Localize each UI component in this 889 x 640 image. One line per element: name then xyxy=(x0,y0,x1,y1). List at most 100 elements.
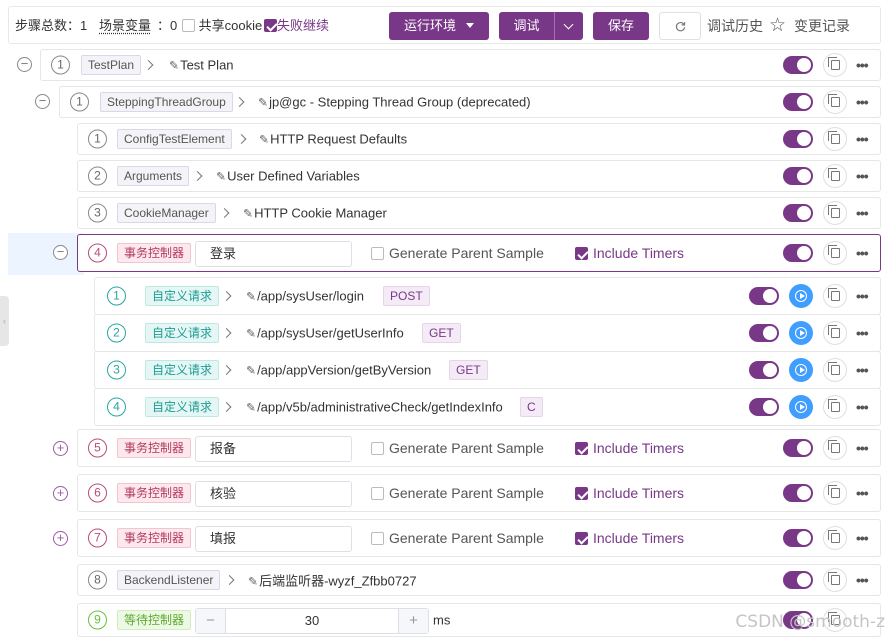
generate-parent-sample-checkbox[interactable]: Generate Parent Sample xyxy=(371,440,544,456)
enable-toggle[interactable] xyxy=(783,244,813,262)
star-icon[interactable]: ☆ xyxy=(769,7,786,45)
request-row-get-by-version[interactable]: 3 自定义请求 ✎/app/appVersion/getByVersion GE… xyxy=(94,351,881,389)
expand-fill-button[interactable]: + xyxy=(53,531,68,546)
step-name[interactable]: ✎HTTP Request Defaults xyxy=(259,132,407,147)
run-request-button[interactable] xyxy=(789,395,813,419)
sidebar-collapse-handle[interactable]: ‹ xyxy=(0,296,9,346)
generate-parent-sample-box[interactable] xyxy=(371,247,384,260)
request-row-login[interactable]: 1 自定义请求 ✎/app/sysUser/login POST ••• xyxy=(94,277,881,315)
chevron-right-icon[interactable] xyxy=(192,171,203,181)
copy-step-button[interactable] xyxy=(823,358,847,382)
share-cookie-checkbox[interactable]: 共享cookie xyxy=(182,7,262,45)
step-row-transaction-fill[interactable]: 7 事务控制器 填报 Generate Parent Sample Includ… xyxy=(77,519,881,557)
copy-step-button[interactable] xyxy=(823,127,847,151)
enable-toggle[interactable] xyxy=(783,571,813,589)
step-row-test-plan[interactable]: 1 TestPlan ✎Test Plan ••• xyxy=(40,49,881,81)
chevron-right-icon[interactable] xyxy=(221,328,232,338)
chevron-right-icon[interactable] xyxy=(219,208,230,218)
copy-step-button[interactable] xyxy=(823,53,847,77)
chevron-right-icon[interactable] xyxy=(221,291,232,301)
chevron-right-icon[interactable] xyxy=(236,134,247,144)
include-timers-checkbox[interactable]: Include Timers xyxy=(575,530,684,546)
request-path[interactable]: ✎/app/sysUser/getUserInfo xyxy=(246,326,404,341)
step-row-backend-listener[interactable]: 8 BackendListener ✎后端监听器-wyzf_Zfbb0727 •… xyxy=(77,564,881,596)
decrease-button[interactable]: − xyxy=(196,609,226,633)
copy-step-button[interactable] xyxy=(823,164,847,188)
edit-icon[interactable]: ✎ xyxy=(246,364,256,378)
wait-time-stepper[interactable]: − 30 + xyxy=(195,608,429,634)
enable-toggle[interactable] xyxy=(749,361,779,379)
more-options-icon[interactable]: ••• xyxy=(856,485,869,501)
enable-toggle[interactable] xyxy=(783,439,813,457)
refresh-button[interactable] xyxy=(659,12,701,40)
more-options-icon[interactable]: ••• xyxy=(856,325,869,341)
more-options-icon[interactable]: ••• xyxy=(856,94,869,110)
edit-icon[interactable]: ✎ xyxy=(248,575,258,589)
copy-step-button[interactable] xyxy=(823,321,847,345)
edit-icon[interactable]: ✎ xyxy=(169,59,179,73)
include-timers-box[interactable] xyxy=(575,247,588,260)
transaction-name-input[interactable]: 报备 xyxy=(195,436,352,462)
more-options-icon[interactable]: ••• xyxy=(856,440,869,456)
scene-variables-link[interactable]: 场景变量 xyxy=(99,7,151,45)
generate-parent-sample-box[interactable] xyxy=(371,442,384,455)
run-request-button[interactable] xyxy=(789,358,813,382)
copy-step-button[interactable] xyxy=(823,436,847,460)
edit-icon[interactable]: ✎ xyxy=(246,290,256,304)
step-row-transaction-login[interactable]: 4 事务控制器 登录 Generate Parent Sample Includ… xyxy=(77,234,881,272)
change-log-link[interactable]: 变更记录 xyxy=(794,7,850,45)
include-timers-box[interactable] xyxy=(575,442,588,455)
generate-parent-sample-box[interactable] xyxy=(371,532,384,545)
enable-toggle[interactable] xyxy=(749,398,779,416)
run-request-button[interactable] xyxy=(789,321,813,345)
debug-history-link[interactable]: 调试历史 xyxy=(707,7,763,45)
generate-parent-sample-box[interactable] xyxy=(371,487,384,500)
transaction-name-input[interactable]: 登录 xyxy=(195,241,352,267)
chevron-right-icon[interactable] xyxy=(143,60,154,70)
enable-toggle[interactable] xyxy=(749,287,779,305)
step-row-transaction-report[interactable]: 5 事务控制器 报备 Generate Parent Sample Includ… xyxy=(77,429,881,467)
continue-on-fail-box[interactable] xyxy=(264,19,277,32)
more-options-icon[interactable]: ••• xyxy=(856,530,869,546)
step-row-thread-group[interactable]: 1 SteppingThreadGroup ✎jp@gc - Stepping … xyxy=(59,86,881,118)
transaction-name-input[interactable]: 填报 xyxy=(195,526,352,552)
request-row-get-user-info[interactable]: 2 自定义请求 ✎/app/sysUser/getUserInfo GET ••… xyxy=(94,314,881,352)
more-options-icon[interactable]: ••• xyxy=(856,288,869,304)
step-row-transaction-verify[interactable]: 6 事务控制器 核验 Generate Parent Sample Includ… xyxy=(77,474,881,512)
request-row-get-index-info[interactable]: 4 自定义请求 ✎/app/v5b/administrativeCheck/ge… xyxy=(94,388,881,426)
collapse-test-plan-button[interactable]: − xyxy=(17,57,32,72)
edit-icon[interactable]: ✎ xyxy=(216,170,226,184)
include-timers-checkbox[interactable]: Include Timers xyxy=(575,440,684,456)
wait-time-value[interactable]: 30 xyxy=(226,609,398,633)
copy-step-button[interactable] xyxy=(823,481,847,505)
enable-toggle[interactable] xyxy=(783,204,813,222)
include-timers-box[interactable] xyxy=(575,487,588,500)
enable-toggle[interactable] xyxy=(749,324,779,342)
enable-toggle[interactable] xyxy=(783,130,813,148)
step-name[interactable]: ✎Test Plan xyxy=(169,58,234,73)
copy-step-button[interactable] xyxy=(823,395,847,419)
generate-parent-sample-checkbox[interactable]: Generate Parent Sample xyxy=(371,485,544,501)
run-environment-button[interactable]: 运行环境 xyxy=(389,12,489,40)
enable-toggle[interactable] xyxy=(783,93,813,111)
continue-on-fail-checkbox[interactable]: 失败继续 xyxy=(264,7,329,45)
edit-icon[interactable]: ✎ xyxy=(259,133,269,147)
more-options-icon[interactable]: ••• xyxy=(856,572,869,588)
step-name[interactable]: ✎HTTP Cookie Manager xyxy=(243,206,387,221)
step-name[interactable]: ✎User Defined Variables xyxy=(216,169,360,184)
chevron-right-icon[interactable] xyxy=(224,575,235,585)
include-timers-checkbox[interactable]: Include Timers xyxy=(575,245,684,261)
chevron-right-icon[interactable] xyxy=(221,365,232,375)
generate-parent-sample-checkbox[interactable]: Generate Parent Sample xyxy=(371,245,544,261)
expand-verify-button[interactable]: + xyxy=(53,486,68,501)
step-name[interactable]: ✎后端监听器-wyzf_Zfbb0727 xyxy=(248,571,417,590)
copy-step-button[interactable] xyxy=(823,241,847,265)
copy-step-button[interactable] xyxy=(823,568,847,592)
step-row-arguments[interactable]: 2 Arguments ✎User Defined Variables ••• xyxy=(77,160,881,192)
more-options-icon[interactable]: ••• xyxy=(856,205,869,221)
request-path[interactable]: ✎/app/v5b/administrativeCheck/getIndexIn… xyxy=(246,400,503,415)
edit-icon[interactable]: ✎ xyxy=(243,207,253,221)
request-path[interactable]: ✎/app/appVersion/getByVersion xyxy=(246,363,431,378)
enable-toggle[interactable] xyxy=(783,56,813,74)
step-row-config[interactable]: 1 ConfigTestElement ✎HTTP Request Defaul… xyxy=(77,123,881,155)
